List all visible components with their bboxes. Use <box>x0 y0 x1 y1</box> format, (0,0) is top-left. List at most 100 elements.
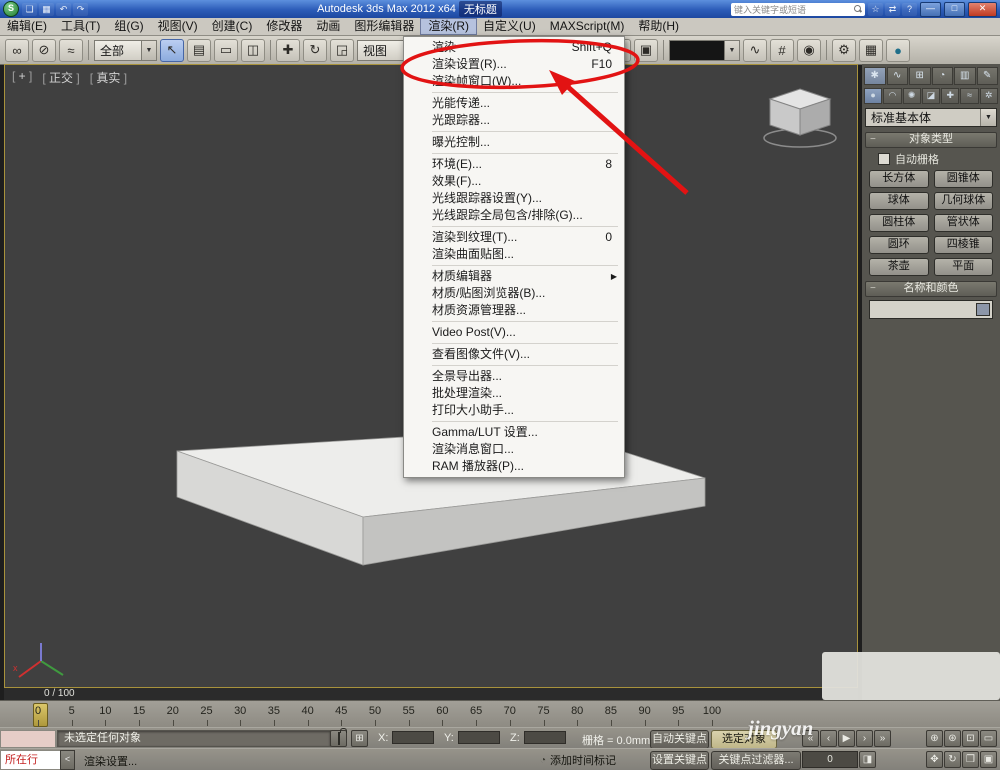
menu-item-渲染到纹理(T)...[interactable]: 渲染到纹理(T)...0 <box>404 229 624 246</box>
x-coord-field[interactable] <box>392 731 434 744</box>
named-selection-set-combo[interactable]: ▼ <box>669 40 740 61</box>
menubar-item-创建(C)[interactable]: 创建(C) <box>205 19 260 34</box>
menu-item-RAM 播放器(P)...[interactable]: RAM 播放器(P)... <box>404 458 624 475</box>
menu-item-曝光控制...[interactable]: 曝光控制... <box>404 134 624 151</box>
minimize-button[interactable]: — <box>920 2 941 17</box>
menubar-item-修改器[interactable]: 修改器 <box>259 19 309 34</box>
category-lights[interactable]: ✺ <box>903 88 921 104</box>
zoom-region-icon[interactable]: ▭ <box>980 730 997 747</box>
undo-icon[interactable]: ↶ <box>56 3 71 16</box>
menu-item-材质资源管理器...[interactable]: 材质资源管理器... <box>404 302 624 319</box>
add-time-tag[interactable]: ◔ 添加时间标记 <box>540 752 616 768</box>
key-filters-button[interactable]: 关键点过滤器... <box>711 751 801 770</box>
menubar-item-编辑(E)[interactable]: 编辑(E) <box>0 19 54 34</box>
rectangular-selection-region-icon[interactable]: ▭ <box>214 39 238 62</box>
category-spacewarps[interactable]: ≈ <box>960 88 978 104</box>
object-color-swatch[interactable] <box>976 303 990 316</box>
previous-frame-button[interactable]: ‹ <box>820 730 837 747</box>
menubar-item-视图(V)[interactable]: 视图(V) <box>151 19 205 34</box>
new-scene-icon[interactable]: ❏ <box>22 3 37 16</box>
time-slider-ruler[interactable]: 0510152025303540455055606570758085909510… <box>0 700 1000 729</box>
viewcube[interactable] <box>755 81 845 153</box>
selection-lock-toggle[interactable] <box>330 730 347 747</box>
object-button-平面[interactable]: 平面 <box>934 258 994 276</box>
category-geometry[interactable]: ● <box>864 88 882 104</box>
menubar-item-工具(T)[interactable]: 工具(T) <box>54 19 107 34</box>
menu-item-材质/贴图浏览器(B)...[interactable]: 材质/贴图浏览器(B)... <box>404 285 624 302</box>
tab-create[interactable]: ✱ <box>864 67 886 85</box>
select-and-move-icon[interactable]: ✚ <box>276 39 300 62</box>
window-crossing-toggle-icon[interactable]: ◫ <box>241 39 265 62</box>
maximize-viewport-icon[interactable]: ❒ <box>962 751 979 768</box>
category-systems[interactable]: ✲ <box>980 88 998 104</box>
menu-item-光线跟踪全局包含/排除(G)...[interactable]: 光线跟踪全局包含/排除(G)... <box>404 207 624 224</box>
track-bar[interactable]: 0 / 100 <box>4 688 858 700</box>
rendered-frame-window-icon[interactable]: ▦ <box>859 39 883 62</box>
zoom-all-icon[interactable]: ⊛ <box>944 730 961 747</box>
menu-item-Gamma/LUT 设置...[interactable]: Gamma/LUT 设置... <box>404 424 624 441</box>
menu-item-效果(F)...[interactable]: 效果(F)... <box>404 173 624 190</box>
object-button-茶壶[interactable]: 茶壶 <box>869 258 929 276</box>
zoom-icon[interactable]: ⊕ <box>926 730 943 747</box>
object-button-长方体[interactable]: 长方体 <box>869 170 929 188</box>
category-shapes[interactable]: ◠ <box>883 88 901 104</box>
z-coord-field[interactable] <box>524 731 566 744</box>
menu-item-批处理渲染...[interactable]: 批处理渲染... <box>404 385 624 402</box>
tab-hierarchy[interactable]: ⊞ <box>909 67 931 85</box>
maximize-button[interactable]: □ <box>944 2 965 17</box>
menubar-item-组(G)[interactable]: 组(G) <box>107 19 150 34</box>
select-object-icon[interactable]: ↖ <box>160 39 184 62</box>
menu-item-全景导出器...[interactable]: 全景导出器... <box>404 368 624 385</box>
open-file-icon[interactable]: ▦ <box>39 3 54 16</box>
macro-recorder-field[interactable] <box>0 730 56 748</box>
y-coord-field[interactable] <box>458 731 500 744</box>
orbit-icon[interactable]: ↻ <box>944 751 961 768</box>
menubar-item-渲染(R)[interactable]: 渲染(R) <box>421 19 476 34</box>
object-category-dropdown[interactable]: 标准基本体 ▼ <box>865 108 997 127</box>
menu-item-渲染[interactable]: 渲染Shift+Q <box>404 39 624 56</box>
object-button-圆柱体[interactable]: 圆柱体 <box>869 214 929 232</box>
layer-manager-icon[interactable]: ▣ <box>634 39 658 62</box>
render-production-icon[interactable]: ● <box>886 39 910 62</box>
curve-editor-icon[interactable]: ∿ <box>743 39 767 62</box>
object-name-field[interactable] <box>869 300 993 319</box>
render-setup-icon[interactable]: ⚙ <box>832 39 856 62</box>
set-key-button[interactable]: 设置关键点 <box>650 751 709 770</box>
schematic-view-icon[interactable]: # <box>770 39 794 62</box>
mini-listener-field[interactable]: 所在行 <box>0 750 64 770</box>
listener-expand-button[interactable]: < <box>60 750 75 770</box>
go-to-end-button[interactable]: » <box>874 730 891 747</box>
menu-item-环境(E)...[interactable]: 环境(E)...8 <box>404 156 624 173</box>
tab-display[interactable]: ▥ <box>954 67 976 85</box>
select-and-link-icon[interactable]: ∞ <box>5 39 29 62</box>
object-button-球体[interactable]: 球体 <box>869 192 929 210</box>
communication-center-icon[interactable]: ⇄ <box>885 3 900 16</box>
key-mode-toggle[interactable]: ◨ <box>859 751 876 768</box>
menu-item-光线跟踪器设置(Y)...[interactable]: 光线跟踪器设置(Y)... <box>404 190 624 207</box>
select-and-rotate-icon[interactable]: ↻ <box>303 39 327 62</box>
infocenter-search-input[interactable]: 键入关键字或短语 <box>731 3 865 16</box>
category-helpers[interactable]: ✚ <box>941 88 959 104</box>
menu-item-渲染设置(R)...[interactable]: 渲染设置(R)...F10 <box>404 56 624 73</box>
zoom-extents-icon[interactable]: ⊡ <box>962 730 979 747</box>
favorites-star-icon[interactable]: ☆ <box>868 3 883 16</box>
menu-item-渲染曲面贴图...[interactable]: 渲染曲面贴图... <box>404 246 624 263</box>
tab-utilities[interactable]: ✎ <box>977 67 999 85</box>
tab-motion[interactable]: ◔ <box>932 67 954 85</box>
menu-item-打印大小助手...[interactable]: 打印大小助手... <box>404 402 624 419</box>
menu-item-渲染帧窗口(W)...[interactable]: 渲染帧窗口(W)... <box>404 73 624 90</box>
material-editor-icon[interactable]: ◉ <box>797 39 821 62</box>
menu-item-查看图像文件(V)...[interactable]: 查看图像文件(V)... <box>404 346 624 363</box>
menubar-item-自定义(U)[interactable]: 自定义(U) <box>476 19 543 34</box>
absolute-offset-toggle[interactable]: ⊞ <box>351 730 368 747</box>
autogrid-checkbox[interactable] <box>878 153 890 165</box>
pan-icon[interactable]: ✥ <box>926 751 943 768</box>
category-cameras[interactable]: ◪ <box>922 88 940 104</box>
rollout-name-color[interactable]: 名称和颜色 <box>865 281 997 297</box>
object-button-四棱锥[interactable]: 四棱锥 <box>934 236 994 254</box>
rollout-object-type[interactable]: 对象类型 <box>865 132 997 148</box>
viewport-layout-icon[interactable]: ▣ <box>980 751 997 768</box>
object-button-管状体[interactable]: 管状体 <box>934 214 994 232</box>
object-button-几何球体[interactable]: 几何球体 <box>934 192 994 210</box>
select-by-name-icon[interactable]: ▤ <box>187 39 211 62</box>
